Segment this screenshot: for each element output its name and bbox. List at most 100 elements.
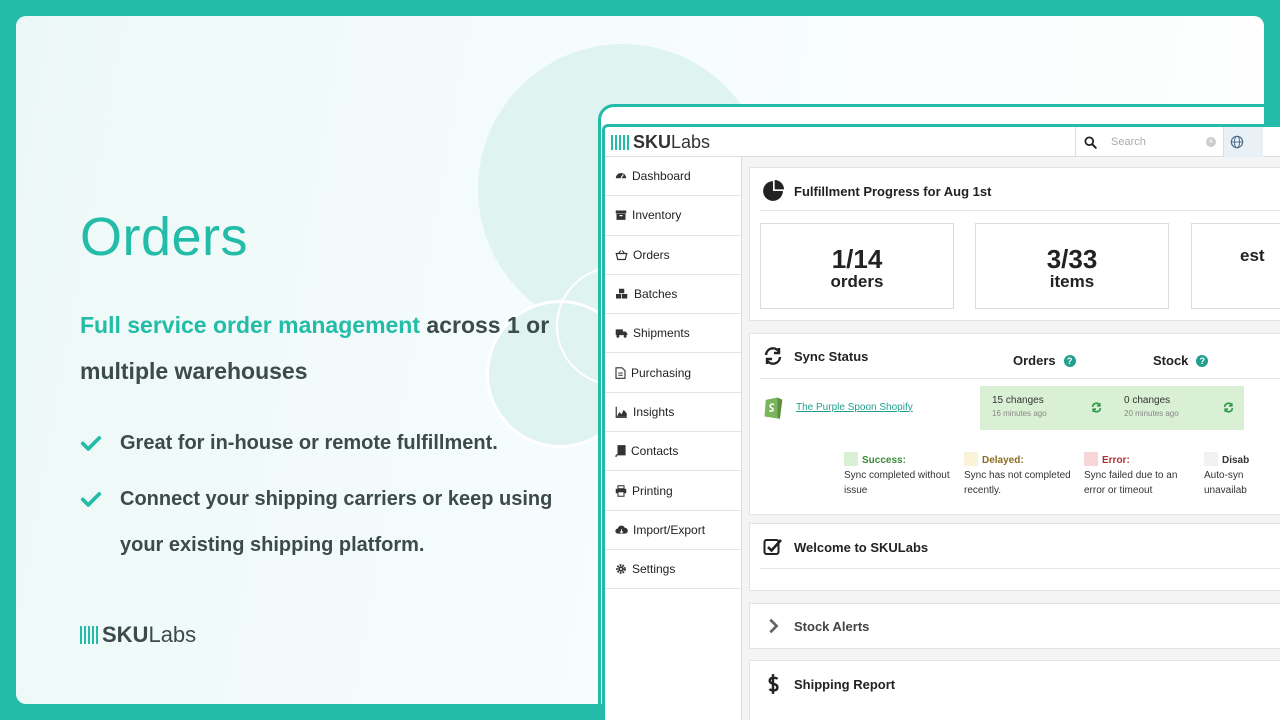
help-icon[interactable]: ?: [1196, 354, 1209, 367]
sidebar-item-label: Orders: [633, 247, 670, 262]
legend-head: Success:: [862, 455, 906, 466]
app-logo[interactable]: SKU Labs: [611, 132, 710, 153]
stock-sync-cell: 0 changes 20 minutes ago: [1112, 386, 1244, 430]
sidebar-item-import-export[interactable]: Import/Export: [605, 511, 741, 550]
sidebar-item-dashboard[interactable]: Dashboard: [605, 157, 741, 197]
legend-head: Disab: [1222, 455, 1250, 466]
panel-header: Fulfillment Progress for Aug 1st: [762, 180, 991, 202]
sidebar-item-inventory[interactable]: Inventory: [605, 196, 741, 236]
logo-bold: SKU: [633, 132, 672, 152]
gear-icon: [616, 564, 626, 574]
sidebar-item-purchasing[interactable]: Purchasing: [605, 353, 741, 393]
search-box: ×: [1075, 127, 1235, 157]
legend-text: Sync completed without issue: [844, 470, 950, 496]
sidebar-item-label: Inventory: [632, 208, 682, 223]
brand-bold: SKU: [102, 622, 149, 647]
column-label: Stock: [1153, 353, 1189, 368]
panel-title: Stock Alerts: [794, 618, 870, 634]
stock-column-header: Stock?: [1153, 353, 1209, 368]
basket-icon: [615, 249, 628, 260]
globe-icon: [1230, 135, 1244, 149]
dashboard-main: Fulfillment Progress for Aug 1st 1/14 or…: [749, 157, 1280, 720]
sidebar-item-printing[interactable]: Printing: [605, 471, 741, 511]
legend-success: Success: Sync completed without issue: [844, 452, 956, 498]
hero-subtitle: Full service order management across 1 o…: [80, 302, 560, 394]
stat-value: 1/14: [831, 244, 883, 274]
panel-header[interactable]: Welcome to SKULabs: [762, 537, 928, 557]
legend-swatch: [964, 452, 978, 466]
shopify-icon: [764, 397, 783, 419]
sidebar-item-orders[interactable]: Orders: [605, 236, 741, 275]
subtitle-accent: Full service order management: [80, 312, 421, 338]
dashboard-icon: [615, 173, 627, 179]
stat-card-items: 3/33 items: [975, 223, 1169, 309]
panel-title: Shipping Report: [794, 676, 896, 692]
book-icon: [615, 445, 626, 458]
sidebar-item-label: Settings: [632, 562, 676, 577]
sidebar-item-label: Shipments: [633, 326, 690, 341]
legend-text: Sync failed due to an error or timeout: [1084, 470, 1178, 496]
cloud-icon: [615, 525, 628, 534]
check-icon: [80, 492, 102, 507]
sidebar-item-contacts[interactable]: Contacts: [605, 432, 741, 472]
sidebar-item-insights[interactable]: Insights: [605, 393, 741, 433]
chevron-right-icon: [769, 618, 779, 634]
panel-header: Sync Status: [762, 346, 868, 366]
checkbox-icon: [763, 539, 782, 555]
sidebar-item-label: Insights: [633, 404, 675, 419]
printer-icon: [615, 484, 627, 497]
app-topbar: SKULabs ×: [605, 127, 1280, 157]
sidebar-item-batches[interactable]: Batches: [605, 275, 741, 315]
panel-title: Sync Status: [794, 348, 869, 364]
stock-alerts-panel[interactable]: Stock Alerts: [749, 603, 1280, 649]
stat-card-estimate: est: [1191, 223, 1280, 309]
logo-light: Labs: [671, 132, 711, 152]
orders-column-header: Orders?: [1013, 353, 1076, 368]
globe-button[interactable]: [1223, 127, 1263, 157]
legend-swatch: [1084, 452, 1098, 466]
brand-light: Labs: [148, 622, 197, 647]
sidebar-item-label: Import/Export: [633, 522, 706, 537]
sync-status-panel: Sync Status Orders? Stock? The Purple Sp…: [749, 333, 1280, 515]
column-label: Orders: [1013, 353, 1056, 368]
fulfillment-progress-panel: Fulfillment Progress for Aug 1st 1/14 or…: [749, 167, 1280, 321]
stat-label: orders: [830, 272, 884, 291]
feature-text: Connect your shipping carriers or keep u…: [120, 488, 553, 556]
sidebar-item-label: Batches: [634, 287, 678, 302]
search-icon: [1084, 135, 1097, 149]
legend-swatch: [1204, 452, 1218, 466]
sidebar-item-label: Purchasing: [631, 365, 692, 380]
panel-title: Welcome to SKULabs: [794, 539, 929, 555]
clear-search-icon[interactable]: ×: [1206, 137, 1216, 147]
sidebar: Dashboard Inventory Orders Batches Shipm…: [605, 157, 742, 720]
document-icon: [615, 366, 626, 379]
sidebar-item-label: Printing: [632, 483, 673, 498]
welcome-panel: Welcome to SKULabs: [749, 523, 1280, 591]
sidebar-item-shipments[interactable]: Shipments: [605, 314, 741, 354]
panel-header[interactable]: Stock Alerts: [762, 617, 869, 635]
area-chart-icon: [615, 406, 627, 418]
resync-stock-icon[interactable]: [1223, 402, 1234, 413]
cubes-icon: [616, 288, 628, 299]
check-icon: [80, 436, 102, 451]
app-window: SKULabs × Dashboard Inventory Orders Bat…: [602, 124, 1280, 720]
legend-head: Delayed:: [982, 455, 1024, 466]
sidebar-item-label: Dashboard: [632, 169, 691, 184]
legend-delayed: Delayed: Sync has not completed recently…: [964, 452, 1076, 498]
feature-item: Great for in-house or remote fulfillment…: [80, 420, 560, 466]
stat-label: est: [1240, 246, 1265, 265]
store-link[interactable]: The Purple Spoon Shopify: [796, 402, 913, 413]
panel-header[interactable]: Shipping Report: [762, 673, 895, 695]
panel-title: Fulfillment Progress for Aug 1st: [794, 183, 992, 199]
feature-text: Great for in-house or remote fulfillment…: [120, 432, 498, 454]
feature-list: Great for in-house or remote fulfillment…: [80, 420, 560, 578]
orders-sync-cell: 15 changes 16 minutes ago: [980, 386, 1112, 430]
legend-error: Error: Sync failed due to an error or ti…: [1084, 452, 1196, 498]
sidebar-item-settings[interactable]: Settings: [605, 550, 741, 590]
search-input[interactable]: [1111, 136, 1206, 148]
shipping-report-panel: Shipping Report: [749, 660, 1280, 720]
help-icon[interactable]: ?: [1063, 354, 1076, 367]
refresh-icon: [764, 347, 782, 365]
brand-logo: SKU Labs: [80, 622, 196, 648]
resync-orders-icon[interactable]: [1091, 402, 1102, 413]
